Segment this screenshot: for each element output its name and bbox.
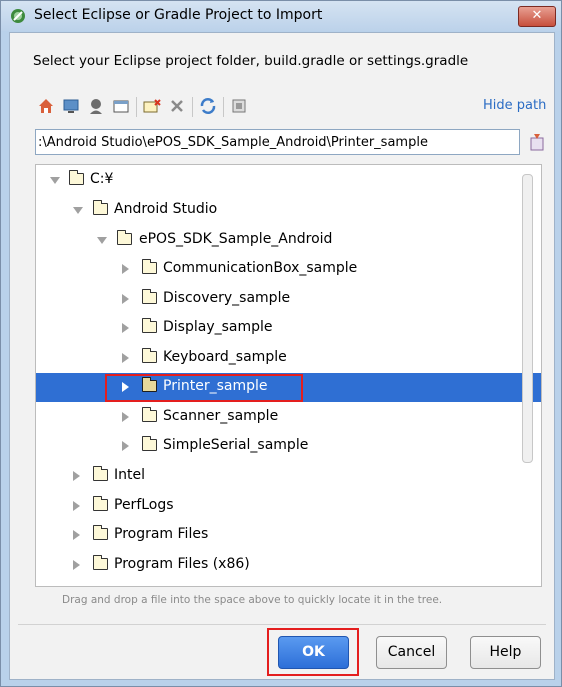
collapse-arrow-icon[interactable] (122, 294, 129, 304)
tree-item-communicationbox-sample[interactable]: CommunicationBox_sample (36, 255, 541, 284)
dialog-prompt: Select your Eclipse project folder, buil… (33, 53, 469, 69)
tree-item-label: Program Files (114, 526, 209, 542)
tree-item-intel[interactable]: Intel (36, 462, 541, 491)
tree-item-label: Discovery_sample (163, 290, 291, 306)
folder-icon (141, 407, 157, 422)
tree-item-program-files[interactable]: Program Files (36, 521, 541, 550)
tree-item-c-drive[interactable]: C:¥ (36, 166, 541, 195)
highlight-box (105, 374, 303, 402)
folder-icon (68, 170, 84, 185)
collapse-arrow-icon[interactable] (122, 353, 129, 363)
tree-item-label: Keyboard_sample (163, 349, 287, 365)
expand-arrow-icon[interactable] (73, 207, 83, 214)
tree-item-label: CommunicationBox_sample (163, 260, 358, 276)
divider (18, 624, 546, 625)
window-title: Select Eclipse or Gradle Project to Impo… (34, 7, 323, 23)
help-button[interactable]: Help (470, 636, 541, 669)
browse-history-icon[interactable] (529, 132, 545, 152)
collapse-arrow-icon[interactable] (122, 323, 129, 333)
tree-item-keyboard-sample[interactable]: Keyboard_sample (36, 344, 541, 373)
home-icon[interactable] (37, 97, 55, 115)
ok-button[interactable]: OK (278, 636, 349, 669)
hide-path-link[interactable]: Hide path (483, 98, 546, 113)
tree-item-label: Program Files (x86) (114, 556, 250, 572)
tree-scrollbar[interactable] (522, 174, 533, 463)
collapse-arrow-icon[interactable] (122, 441, 129, 451)
folder-icon (92, 466, 108, 481)
android-studio-icon (11, 9, 25, 23)
collapse-arrow-icon[interactable] (73, 501, 80, 511)
cancel-button[interactable]: Cancel (376, 636, 447, 669)
path-field[interactable]: :\Android Studio\ePOS_SDK_Sample_Android… (35, 129, 520, 155)
tree-item-label: Display_sample (163, 319, 273, 335)
tree-item-label: ePOS_SDK_Sample_Android (139, 231, 333, 247)
user-home-icon[interactable] (87, 97, 105, 115)
folder-icon (141, 318, 157, 333)
folder-icon (141, 259, 157, 274)
folder-icon (141, 436, 157, 451)
folder-icon (92, 555, 108, 570)
tree-item-simpleserial-sample[interactable]: SimpleSerial_sample (36, 432, 541, 461)
tree-item-label: PerfLogs (114, 497, 174, 513)
folder-icon (92, 200, 108, 215)
tree-item-epos-sdk-sample-android[interactable]: ePOS_SDK_Sample_Android (36, 226, 541, 255)
collapse-arrow-icon[interactable] (122, 264, 129, 274)
tree-item-label: Intel (114, 467, 145, 483)
folder-icon (116, 230, 132, 245)
desktop-icon[interactable] (62, 97, 80, 115)
collapse-arrow-icon[interactable] (122, 412, 129, 422)
tree-item-perflogs[interactable]: PerfLogs (36, 492, 541, 521)
tree-item-label: Scanner_sample (163, 408, 279, 424)
toolbar-separator (192, 97, 193, 117)
tree-item-label: C:¥ (90, 171, 114, 187)
tree-item-label: SimpleSerial_sample (163, 437, 309, 453)
collapse-arrow-icon[interactable] (73, 530, 80, 540)
folder-icon (141, 289, 157, 304)
show-hidden-icon[interactable] (230, 97, 248, 115)
expand-arrow-icon[interactable] (97, 237, 107, 244)
folder-icon (92, 496, 108, 511)
expand-arrow-icon[interactable] (50, 177, 60, 184)
tree-item-discovery-sample[interactable]: Discovery_sample (36, 285, 541, 314)
drag-drop-hint: Drag and drop a file into the space abov… (62, 594, 443, 606)
delete-icon[interactable] (168, 97, 186, 115)
tree-item-printer-sample[interactable]: Printer_sample (36, 373, 541, 402)
refresh-icon[interactable] (199, 97, 217, 115)
tree-item-scanner-sample[interactable]: Scanner_sample (36, 403, 541, 432)
dialog-content: Select your Eclipse project folder, buil… (9, 32, 555, 680)
new-folder-icon[interactable] (143, 97, 161, 115)
tree-item-label: Android Studio (114, 201, 218, 217)
file-tree[interactable]: C:¥ Android Studio ePOS_SDK_Sample_Andro… (35, 164, 542, 587)
import-dialog: Select Eclipse or Gradle Project to Impo… (0, 0, 562, 687)
collapse-arrow-icon[interactable] (73, 471, 80, 481)
tree-item-android-studio[interactable]: Android Studio (36, 196, 541, 225)
close-button[interactable]: ✕ (518, 6, 556, 27)
tree-item-display-sample[interactable]: Display_sample (36, 314, 541, 343)
folder-icon (141, 348, 157, 363)
toolbar-separator (136, 97, 137, 117)
tree-item-program-files-x86[interactable]: Program Files (x86) (36, 551, 541, 580)
project-icon[interactable] (112, 97, 130, 115)
collapse-arrow-icon[interactable] (73, 560, 80, 570)
folder-icon (92, 525, 108, 540)
toolbar-separator (223, 97, 224, 117)
title-bar[interactable]: Select Eclipse or Gradle Project to Impo… (1, 1, 561, 31)
